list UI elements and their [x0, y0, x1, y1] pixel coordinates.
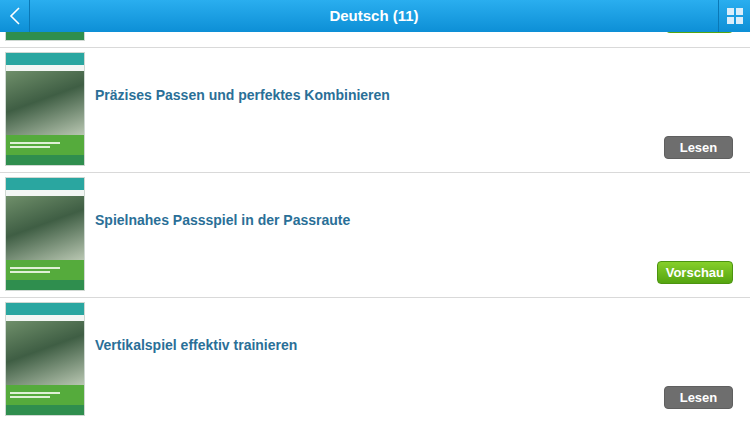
read-button[interactable]: Lesen	[664, 136, 733, 159]
book-list: Präzises Passen und perfektes Kombiniere…	[0, 32, 750, 422]
book-title[interactable]: Vertikalspiel effektiv trainieren	[95, 336, 733, 354]
book-row: Spielnahes Passspiel in der Passraute Vor…	[0, 173, 750, 298]
back-chevron-icon	[9, 6, 21, 26]
grid-icon	[726, 7, 744, 25]
book-title[interactable]: Präzises Passen und perfektes Kombiniere…	[95, 86, 733, 104]
preview-button[interactable]: Vorschau	[657, 261, 733, 284]
header-title: Deutsch (11)	[30, 5, 718, 28]
back-button[interactable]	[0, 0, 30, 32]
book-title[interactable]: Spielnahes Passspiel in der Passraute	[95, 211, 733, 229]
book-cover[interactable]	[5, 32, 85, 41]
preview-button[interactable]	[666, 32, 733, 33]
book-cover[interactable]	[5, 177, 85, 291]
book-row	[0, 32, 750, 48]
grid-button[interactable]	[718, 0, 750, 32]
app: Deutsch (11) Präzises Passen und perfekte…	[0, 0, 750, 422]
book-row: Vertikalspiel effektiv trainieren Lesen	[0, 298, 750, 422]
read-button[interactable]: Lesen	[664, 386, 733, 409]
header-bar: Deutsch (11)	[0, 0, 750, 32]
book-cover[interactable]	[5, 302, 85, 416]
book-row: Präzises Passen und perfektes Kombiniere…	[0, 48, 750, 173]
book-cover[interactable]	[5, 52, 85, 166]
